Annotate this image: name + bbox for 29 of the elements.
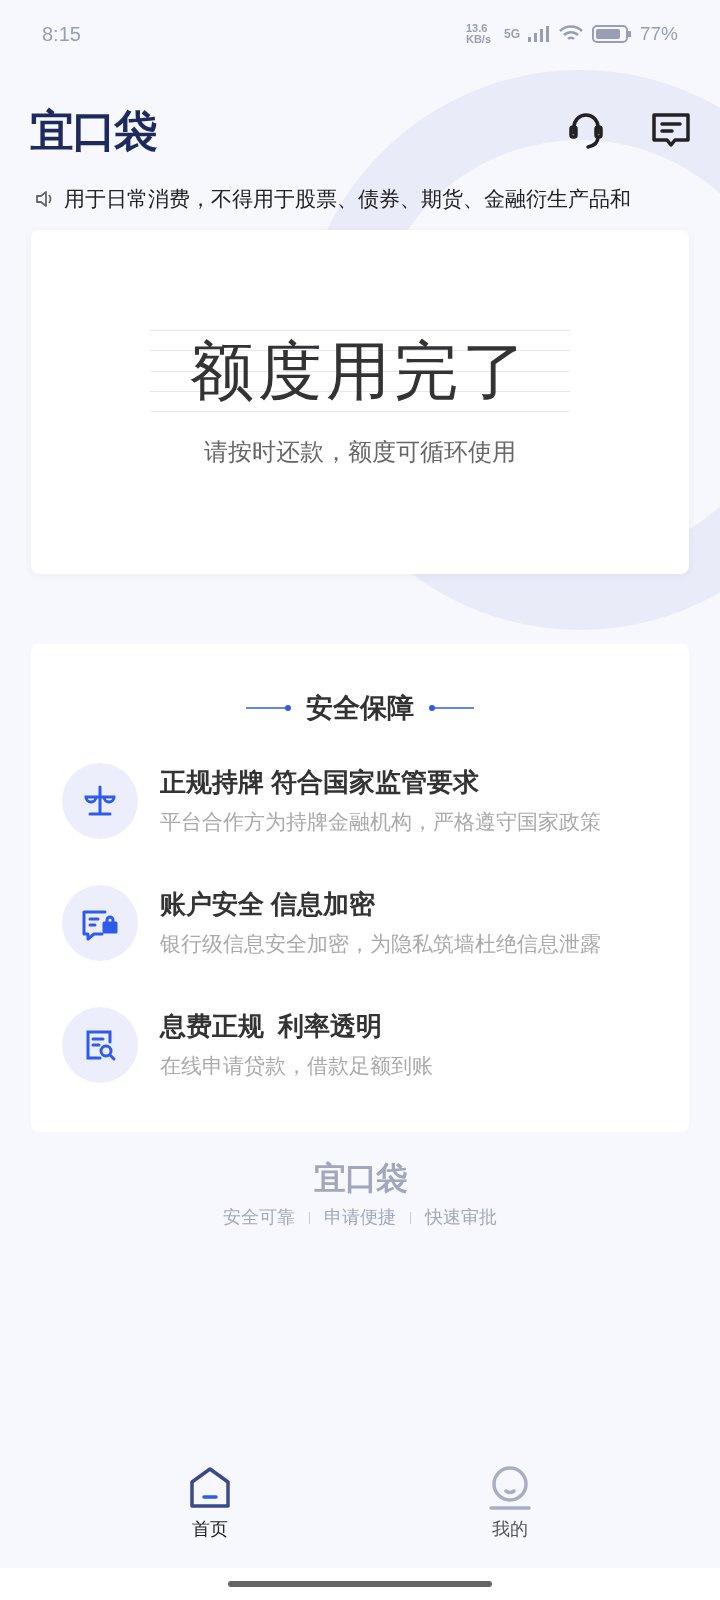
footer-tagline: 快速审批 bbox=[425, 1206, 497, 1229]
footer-logo: 宜口袋 bbox=[313, 1159, 407, 1198]
feature-description: 平台合作方为持牌金融机构，严格遵守国家政策 bbox=[160, 809, 601, 836]
customer-service-button[interactable] bbox=[566, 111, 606, 151]
battery-icon bbox=[591, 24, 632, 44]
network-speed: 13.6 KB/s bbox=[465, 23, 492, 45]
signal-icon bbox=[527, 26, 550, 42]
feature-title: 正规持牌 符合国家监管要求 bbox=[160, 766, 481, 800]
home-icon bbox=[189, 1466, 231, 1510]
footer-tagline: 申请便捷 bbox=[324, 1206, 396, 1229]
feature-title: 账户安全 信息加密 bbox=[160, 888, 377, 922]
feature-description: 银行级信息安全加密，为隐私筑墙杜绝信息泄露 bbox=[160, 931, 601, 958]
speaker-icon bbox=[34, 189, 54, 209]
title-decoration-icon bbox=[246, 704, 292, 713]
security-title: 安全保障 bbox=[306, 692, 414, 725]
tab-bar-item[interactable]: 首页 bbox=[160, 1466, 260, 1552]
status-time: 8:15 bbox=[42, 22, 81, 47]
title-decoration-icon bbox=[428, 704, 474, 713]
feature-title: 息费正规 利率透明 bbox=[160, 1010, 384, 1044]
profile-icon bbox=[489, 1466, 531, 1510]
quota-title: 额度用完了 bbox=[190, 334, 530, 409]
footer-tagline: 安全可靠 bbox=[223, 1206, 295, 1229]
quota-subtitle: 请按时还款，额度可循环使用 bbox=[204, 437, 516, 467]
tab-bar-item[interactable]: 我的 bbox=[460, 1466, 560, 1552]
battery-percent: 77% bbox=[639, 21, 678, 46]
notice-text: 用于日常消费，不得用于股票、债券、期货、金融衍生产品和 bbox=[64, 186, 631, 213]
network-type: 5G bbox=[503, 26, 520, 43]
feature-description: 在线申请贷款，借款足额到账 bbox=[160, 1053, 433, 1080]
app-logo: 宜口袋 bbox=[30, 105, 156, 157]
